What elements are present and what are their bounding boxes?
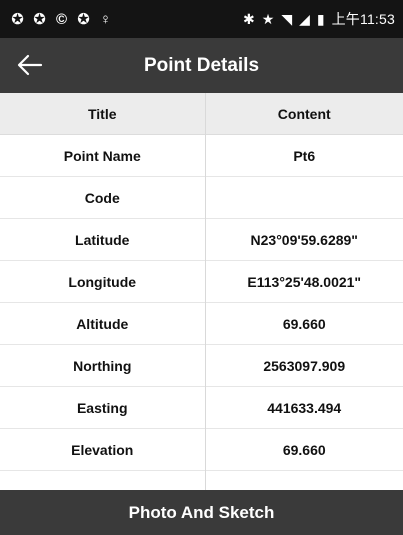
header-title: Title xyxy=(87,105,117,122)
system-status: ✱ ★ ◥ ◢ ▮ 上午11:53 xyxy=(243,9,395,29)
row-content: N23°09'59.6289" xyxy=(250,231,358,248)
photo-and-sketch-button[interactable]: Photo And Sketch xyxy=(0,490,403,535)
notification-icons: ✪ ✪ © ✪ ♀ xyxy=(10,10,113,29)
back-arrow-icon xyxy=(17,54,43,76)
row-content: E113°25'48.0021" xyxy=(247,273,362,290)
row-title: Northing xyxy=(73,357,132,374)
row-content: 69.660 xyxy=(282,315,326,332)
wifi-icon: ◥ xyxy=(281,10,293,27)
table-row[interactable]: Elevation 69.660 xyxy=(0,429,403,471)
header-content: Content xyxy=(277,105,331,122)
star-icon: ★ xyxy=(261,10,275,27)
row-title: Altitude xyxy=(76,315,129,332)
table-row[interactable]: Longitude E113°25'48.0021" xyxy=(0,261,403,303)
sync-icon: ✪ xyxy=(77,11,90,28)
point-details-table: Title Content Point Name Pt6 Code Latitu… xyxy=(0,93,403,490)
row-content: 441633.494 xyxy=(267,399,342,416)
bluetooth-icon: ✱ xyxy=(243,10,255,27)
row-title: Latitude xyxy=(75,231,130,248)
app-bar: Point Details xyxy=(0,38,403,93)
row-content xyxy=(205,177,403,218)
clock: 上午11:53 xyxy=(331,11,395,27)
row-content: 69.660 xyxy=(282,441,326,458)
battery-icon: ▮ xyxy=(316,10,325,27)
tack-icon: ♀ xyxy=(99,10,112,28)
sync-icon: ✪ xyxy=(33,11,46,28)
table-row[interactable]: Easting 441633.494 xyxy=(0,387,403,429)
row-content: Pt6 xyxy=(293,147,316,164)
page-title: Point Details xyxy=(143,54,260,76)
table-header: Title Content xyxy=(0,93,403,135)
row-title: Easting xyxy=(76,399,128,416)
signal-icon: ◢ xyxy=(299,10,310,27)
table-row[interactable]: Code xyxy=(0,177,403,219)
table-row[interactable]: Altitude 69.660 xyxy=(0,303,403,345)
table-row[interactable]: Point Name Pt6 xyxy=(0,135,403,177)
back-button[interactable] xyxy=(14,49,46,81)
row-content: 2563097.909 xyxy=(263,357,346,374)
ring-icon: © xyxy=(55,10,68,28)
row-title: Longitude xyxy=(68,273,137,290)
table-row[interactable]: Latitude N23°09'59.6289" xyxy=(0,219,403,261)
row-title: Code xyxy=(84,189,120,206)
column-divider xyxy=(205,93,206,490)
sync-icon: ✪ xyxy=(11,11,24,28)
status-bar: ✪ ✪ © ✪ ♀ ✱ ★ ◥ ◢ ▮ 上午11:53 xyxy=(0,0,403,38)
row-title: Point Name xyxy=(63,147,141,164)
row-title: Elevation xyxy=(71,441,134,458)
table-row[interactable]: Northing 2563097.909 xyxy=(0,345,403,387)
